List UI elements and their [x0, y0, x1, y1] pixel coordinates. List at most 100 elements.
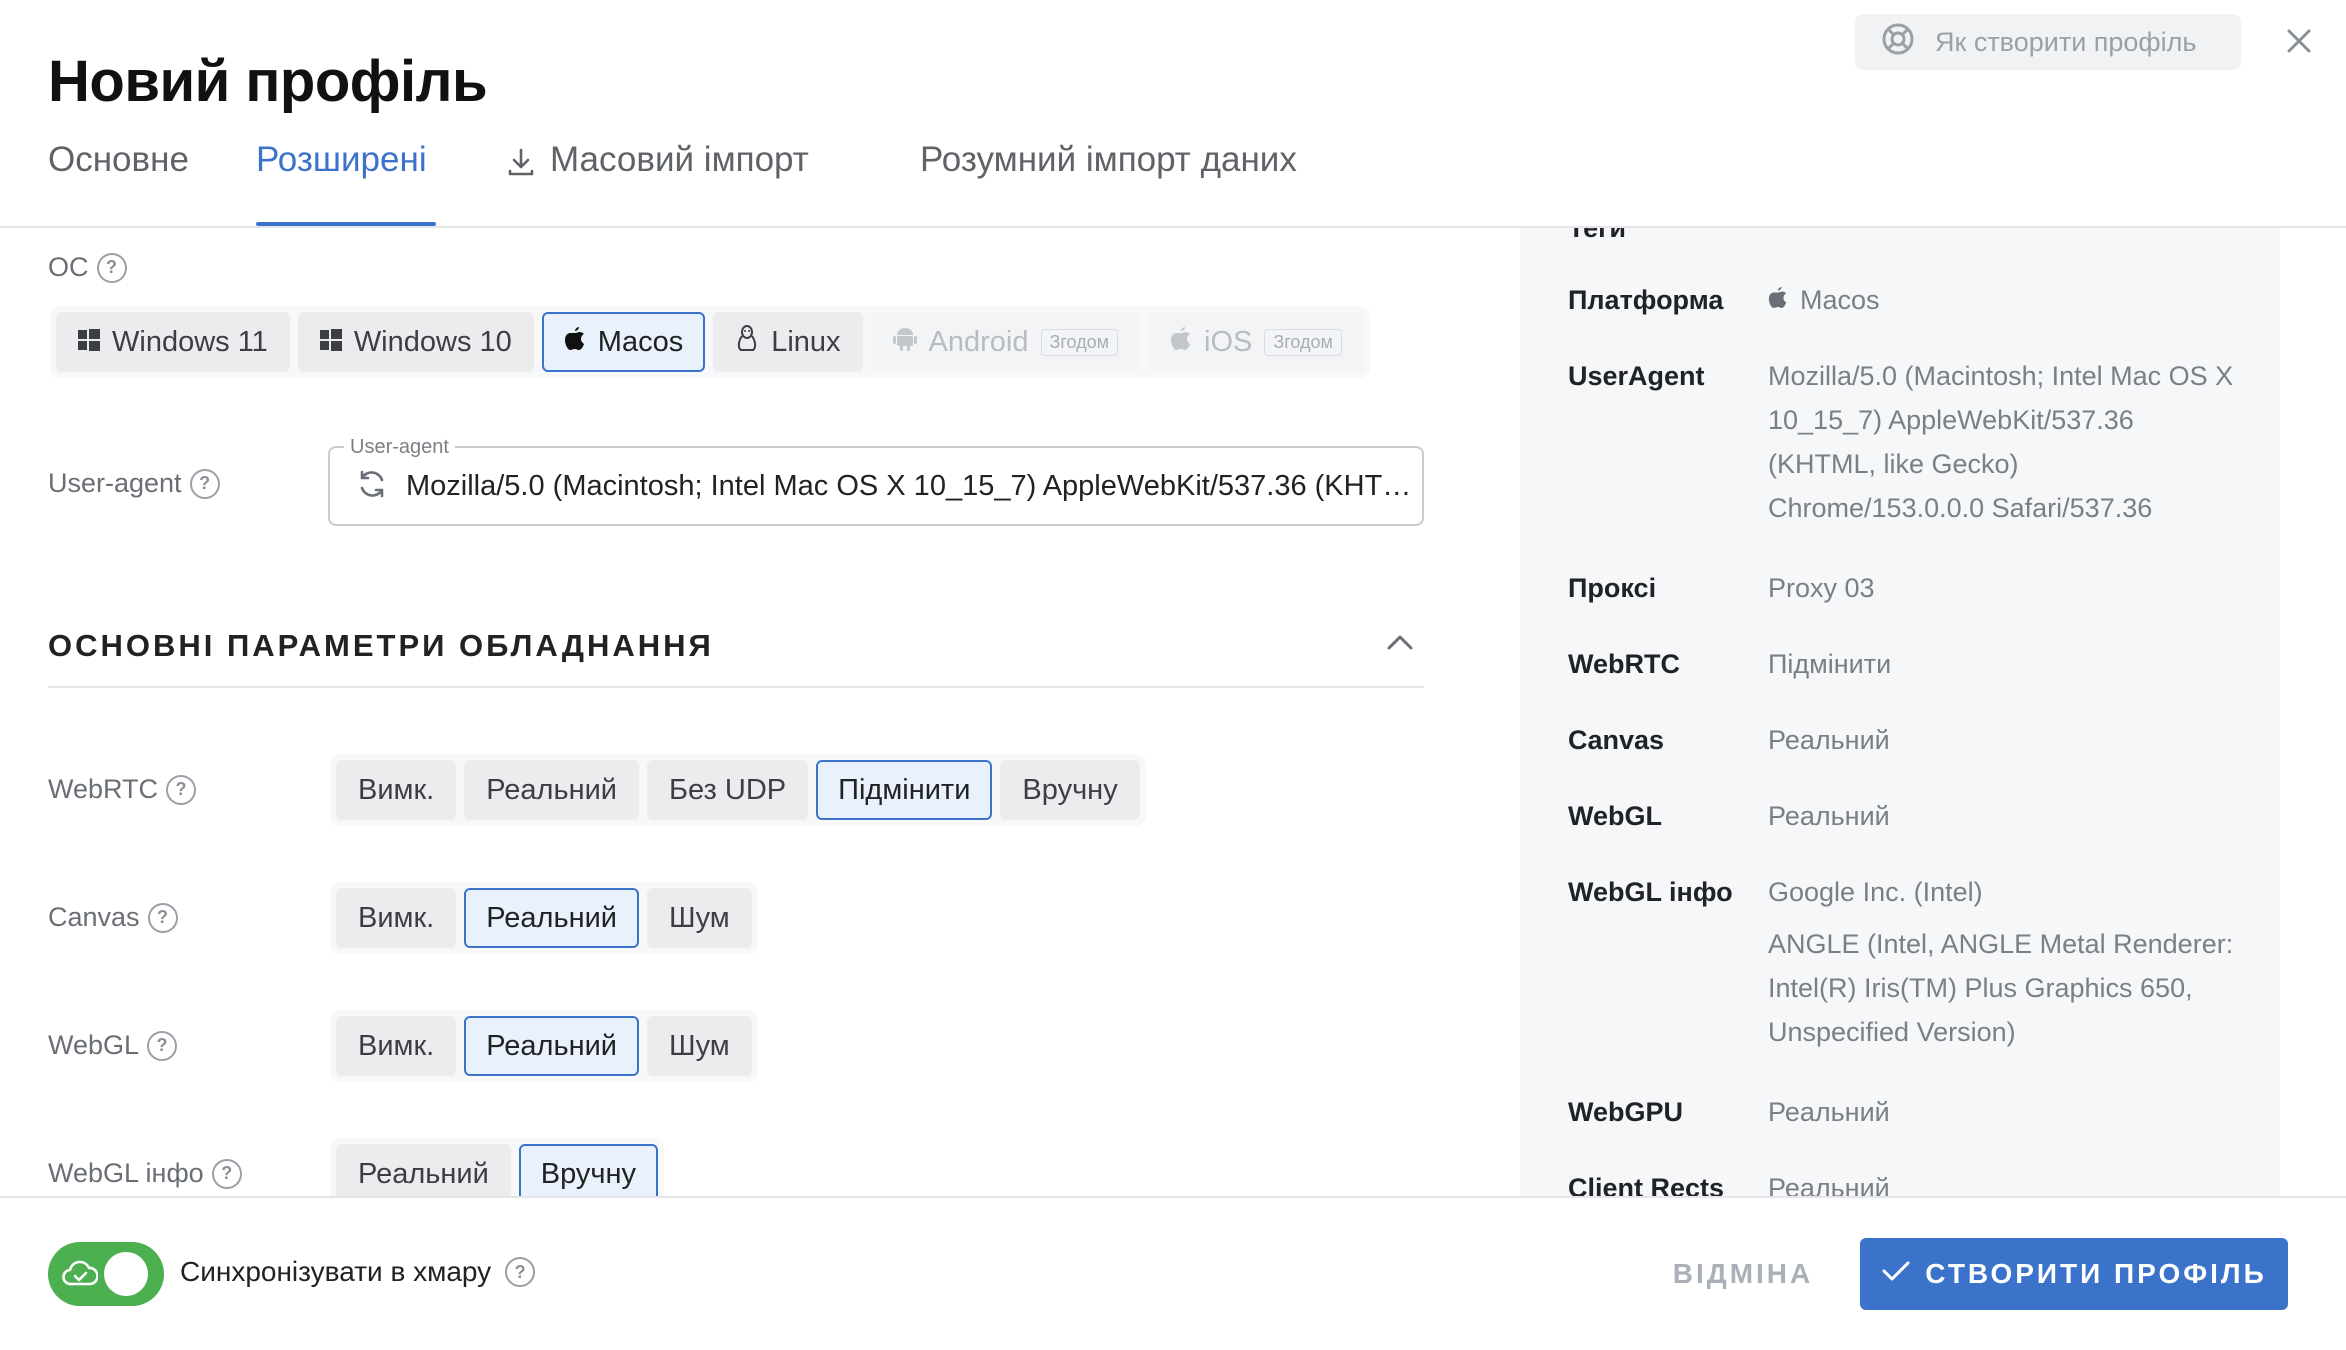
webgl-label: WebGL: [48, 1030, 140, 1060]
tab-label: Основне: [48, 140, 189, 179]
tab-basic[interactable]: Основне: [48, 140, 256, 228]
os-label: ОС: [48, 252, 89, 282]
page-title: Новий профіль: [48, 49, 488, 114]
webgl-option-noise[interactable]: Шум: [647, 1016, 752, 1076]
canvas-label: Canvas: [48, 902, 140, 932]
option-label: Реальний: [486, 1029, 618, 1062]
os-label-row: ОС ?: [48, 252, 127, 283]
os-option-windows-11[interactable]: Windows 11: [56, 312, 290, 372]
webrtc-option-manual[interactable]: Вручну: [1000, 760, 1140, 820]
webgl-vendor: Google Inc. (Intel): [1768, 877, 1983, 907]
help-icon[interactable]: ?: [211, 1158, 242, 1189]
webgl-info-option-real[interactable]: Реальний: [336, 1144, 511, 1196]
webrtc-label-row: WebRTC ?: [48, 774, 197, 805]
option-label: Macos: [597, 325, 684, 358]
webrtc-option-no-udp[interactable]: Без UDP: [647, 760, 809, 820]
tab-label: Масовий імпорт: [550, 140, 809, 179]
refresh-icon[interactable]: [356, 468, 388, 505]
webgl-info-option-manual[interactable]: Вручну: [518, 1144, 659, 1196]
summary-key: Client Rects: [1568, 1173, 1725, 1196]
summary-value: Підмінити: [1768, 649, 1892, 679]
option-label: Без UDP: [669, 773, 787, 806]
how-to-create-profile-button[interactable]: Як створити профіль: [1855, 14, 2241, 70]
option-label: Вимк.: [358, 1029, 435, 1062]
os-option-macos[interactable]: Macos: [541, 312, 706, 372]
option-label: Android: [928, 325, 1029, 358]
summary-row-proxy: Проксі Proxy 03: [1568, 566, 2238, 610]
help-icon[interactable]: ?: [147, 902, 178, 933]
summary-value: Реальний: [1768, 1097, 1890, 1127]
webgl-info-label-row: WebGL інфо ?: [48, 1158, 242, 1189]
webrtc-option-replace[interactable]: Підмінити: [816, 760, 993, 820]
canvas-option-off[interactable]: Вимк.: [336, 888, 457, 948]
summary-row-platform: Платформа Macos: [1568, 278, 2238, 322]
option-label: iOS: [1204, 325, 1253, 358]
webgl-selector: Вимк. Реальний Шум: [330, 1010, 758, 1082]
option-label: Реальний: [486, 901, 618, 934]
cloud-check-icon: [62, 1258, 99, 1293]
summary-row-canvas: Canvas Реальний: [1568, 718, 2238, 762]
tab-smart-import[interactable]: Розумний імпорт даних: [920, 140, 1297, 228]
summary-row-useragent: UserAgent Mozilla/5.0 (Macintosh; Intel …: [1568, 354, 2238, 530]
sync-label: Синхронізувати в хмару: [180, 1256, 492, 1287]
help-icon[interactable]: ?: [166, 774, 197, 805]
option-label: Шум: [669, 1029, 730, 1062]
summary-row-webgpu: WebGPU Реальний: [1568, 1090, 2238, 1134]
user-agent-label: User-agent: [48, 468, 182, 498]
tab-advanced[interactable]: Розширені: [256, 140, 436, 228]
section-divider: [48, 686, 1424, 688]
help-icon[interactable]: ?: [96, 252, 127, 283]
summary-key: Платформа: [1568, 285, 1724, 315]
coming-soon-badge: Згодом: [1264, 328, 1342, 356]
option-label: Реальний: [358, 1157, 489, 1190]
windows-icon: [319, 326, 342, 359]
option-label: Вручну: [1022, 773, 1118, 806]
summary-row-webrtc: WebRTC Підмінити: [1568, 642, 2238, 686]
summary-value: Mozilla/5.0 (Macintosh; Intel Mac OS X 1…: [1768, 361, 2234, 523]
user-agent-value: Mozilla/5.0 (Macintosh; Intel Mac OS X 1…: [406, 469, 1416, 502]
profile-summary-panel: Теги Платформа Macos UserAgent Mozilla/5…: [1520, 228, 2280, 1196]
toggle-knob[interactable]: [104, 1252, 148, 1296]
user-agent-field[interactable]: Mozilla/5.0 (Macintosh; Intel Mac OS X 1…: [328, 446, 1424, 526]
option-label: Вимк.: [358, 773, 435, 806]
help-icon[interactable]: ?: [147, 1030, 178, 1061]
lifebuoy-icon: [1881, 22, 1915, 63]
cancel-button[interactable]: ВІДМІНА: [1650, 1238, 1836, 1310]
webrtc-option-real[interactable]: Реальний: [464, 760, 640, 820]
canvas-option-noise[interactable]: Шум: [647, 888, 752, 948]
create-profile-label: СТВОРИТИ ПРОФІЛЬ: [1925, 1258, 2267, 1289]
os-selector: Windows 11 Windows 10 Macos Linux Androi…: [50, 306, 1370, 378]
user-agent-legend: User-agent: [344, 436, 455, 459]
help-icon[interactable]: ?: [189, 468, 220, 499]
summary-key-tags: Теги: [1568, 228, 1627, 243]
webgl-option-real[interactable]: Реальний: [464, 1016, 640, 1076]
option-label: Реальний: [486, 773, 618, 806]
option-label: Підмінити: [838, 773, 971, 806]
close-icon[interactable]: [2276, 18, 2322, 64]
canvas-label-row: Canvas ?: [48, 902, 178, 933]
summary-key: WebRTC: [1568, 649, 1680, 679]
apple-icon: [1170, 325, 1192, 359]
os-option-linux[interactable]: Linux: [713, 312, 863, 372]
option-label: Шум: [669, 901, 730, 934]
webgl-info-clip: WebGL інфо ? Реальний Вручну: [0, 1130, 1500, 1196]
summary-value: Google Inc. (Intel) ANGLE (Intel, ANGLE …: [1768, 870, 2238, 1054]
os-option-windows-10[interactable]: Windows 10: [297, 312, 534, 372]
webgl-info-selector: Реальний Вручну: [330, 1138, 665, 1196]
canvas-option-real[interactable]: Реальний: [464, 888, 640, 948]
summary-key: Проксі: [1568, 573, 1657, 603]
apple-icon: [1768, 278, 1788, 322]
tab-label: Розумний імпорт даних: [920, 140, 1297, 179]
tab-bulk-import[interactable]: Масовий імпорт: [506, 140, 896, 228]
create-profile-button[interactable]: СТВОРИТИ ПРОФІЛЬ: [1860, 1238, 2288, 1310]
webgl-option-off[interactable]: Вимк.: [336, 1016, 457, 1076]
summary-key: WebGL інфо: [1568, 877, 1733, 907]
webrtc-option-off[interactable]: Вимк.: [336, 760, 457, 820]
option-label: Windows 10: [353, 325, 512, 358]
help-icon[interactable]: ?: [505, 1257, 536, 1287]
chevron-up-icon[interactable]: [1386, 632, 1414, 657]
os-option-android: Android Згодом: [870, 312, 1141, 372]
option-label: Windows 11: [112, 325, 268, 358]
summary-value: Реальний: [1768, 1173, 1890, 1196]
summary-value: Proxy 03: [1768, 573, 1875, 603]
